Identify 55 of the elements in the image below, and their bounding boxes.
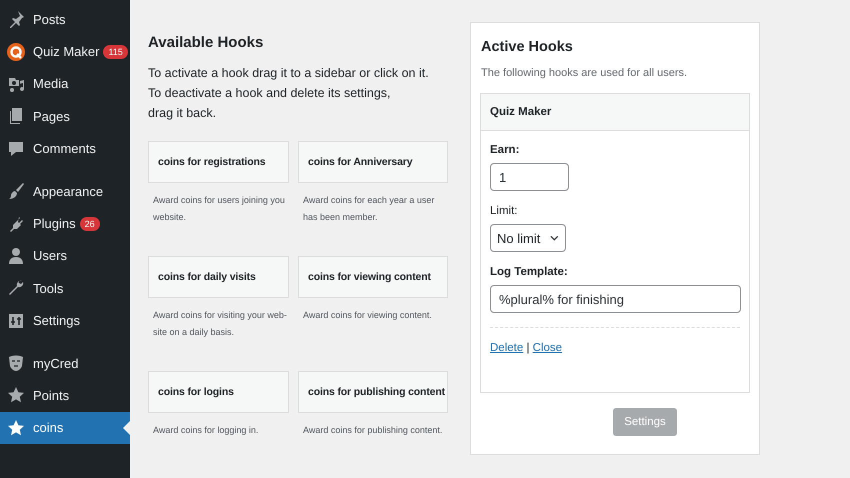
quiz-logo-icon: [7, 42, 25, 61]
hook-card[interactable]: coins for viewing content: [298, 256, 448, 298]
count-badge: 115: [103, 44, 128, 59]
menu-item[interactable]: Plugins 26: [0, 207, 130, 240]
widget-link[interactable]: Close: [532, 342, 562, 354]
menu-item[interactable]: Media: [0, 68, 130, 100]
section-title: Available Hooks: [148, 34, 264, 51]
brush-icon: [7, 182, 25, 200]
hook-card[interactable]: coins for logins: [148, 371, 289, 413]
hook-card[interactable]: coins for Anniversary: [298, 141, 448, 183]
panel-subtitle: The following hooks are used for all users.: [481, 67, 688, 79]
link-separator: |: [525, 342, 530, 354]
menu-item[interactable]: Users: [0, 240, 130, 272]
hook-card[interactable]: coins for registrations: [148, 141, 289, 183]
instruction-text: To deactivate a hook and delete its settings,: [148, 85, 392, 102]
menu-item[interactable]: Comments: [0, 132, 130, 165]
pages-icon: [7, 107, 25, 126]
hook-description: Award coins for users joining you website.: [153, 194, 286, 224]
menu-item[interactable]: coins: [0, 412, 130, 444]
panel-title: Active Hooks: [481, 39, 574, 55]
hook-description: Award coins for publishing content.: [303, 424, 444, 437]
hook-description: Award coins for viewing content.: [303, 309, 433, 322]
user-icon: [7, 246, 25, 265]
menu-item[interactable]: Posts: [0, 3, 130, 36]
comment-icon: [7, 140, 25, 158]
sliders-icon: [7, 312, 25, 330]
hook-description: Award coins for logging in.: [153, 424, 260, 437]
menu-item[interactable]: Settings: [0, 304, 130, 337]
menu-item[interactable]: Points: [0, 379, 130, 412]
hook-card[interactable]: coins for daily visits: [148, 256, 289, 298]
menu-item[interactable]: Tools: [0, 272, 130, 305]
earn-field[interactable]: 1: [490, 163, 569, 191]
log-template-field[interactable]: %plural% for finishing: [490, 285, 741, 313]
hook-description: Award coins for visiting your web-site on a daily basis.: [153, 309, 288, 339]
menu-item[interactable]: Pages: [0, 100, 130, 133]
star-icon: [7, 386, 25, 404]
field-label: Limit:: [490, 205, 518, 217]
field-label: Earn:: [490, 144, 520, 156]
instruction-text: drag it back.: [148, 105, 218, 122]
limit-select[interactable]: No limit: [490, 224, 566, 252]
field-label: Log Template:: [490, 266, 569, 278]
widget-title[interactable]: Quiz Maker: [481, 94, 749, 131]
count-badge: 26: [80, 216, 100, 231]
chevron-down-icon: [550, 235, 559, 241]
shield-face-icon: [7, 354, 25, 372]
hook-card[interactable]: coins for publishing content: [298, 371, 448, 413]
menu-item[interactable]: Appearance: [0, 174, 130, 208]
menu-item[interactable]: myCred: [0, 346, 130, 380]
pin-icon: [7, 10, 25, 28]
instruction-text: To activate a hook drag it to a sidebar or click on it.: [148, 65, 430, 82]
widget-link[interactable]: Delete: [490, 342, 524, 354]
star-icon: [7, 418, 25, 437]
hook-description: Award coins for each year a user has been member.: [303, 194, 436, 224]
wrench-icon: [7, 279, 25, 298]
menu-item[interactable]: Quiz Maker 115: [0, 35, 130, 68]
